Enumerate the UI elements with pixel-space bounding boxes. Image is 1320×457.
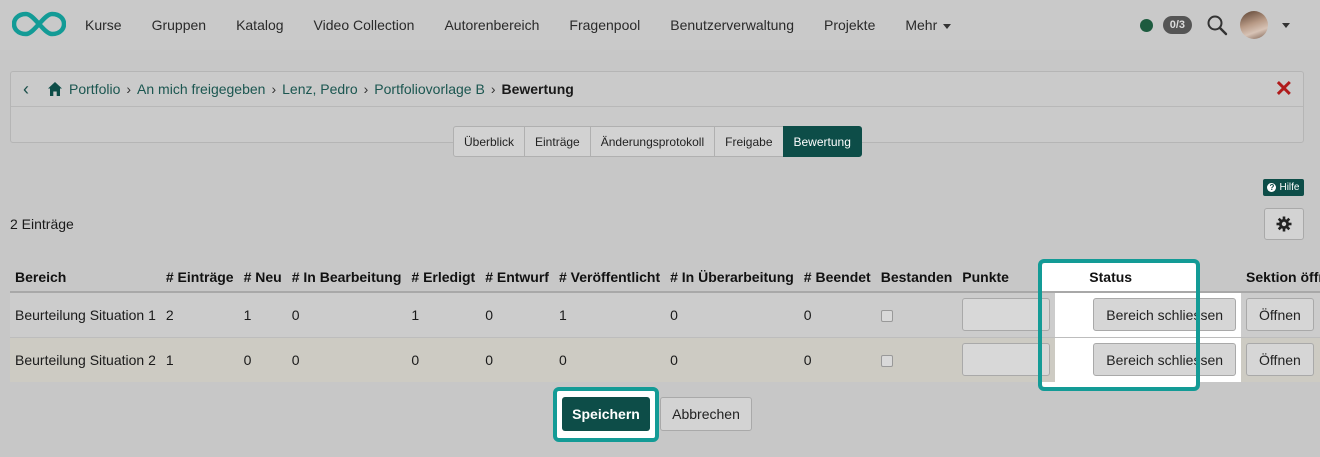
cell-neu: 0 (238, 337, 287, 382)
cell-open: Öffnen (1241, 337, 1320, 382)
cell-bereich: Beurteilung Situation 1 (10, 292, 161, 338)
top-navigation: Kurse Gruppen Katalog Video Collection A… (0, 0, 1320, 50)
breadcrumb-separator-icon: › (490, 81, 496, 97)
help-label: Hilfe (1279, 182, 1300, 193)
nav-right: 0/3 (1139, 0, 1290, 50)
home-icon[interactable] (47, 81, 63, 97)
tab-freigabe[interactable]: Freigabe (714, 126, 784, 157)
cell-entwurf: 0 (480, 337, 554, 382)
assessment-table: Bereich # Einträge # Neu # In Bearbeitun… (10, 262, 1320, 382)
cell-eintraege: 2 (160, 292, 239, 338)
breadcrumb-separator-icon: › (126, 81, 132, 97)
col-header[interactable]: Bestanden (875, 262, 958, 293)
tab-eintraege[interactable]: Einträge (524, 126, 591, 157)
question-icon: ? (1267, 183, 1277, 192)
cell-in-ueberarbeitung: 0 (665, 292, 799, 338)
bestanden-checkbox[interactable] (880, 355, 893, 368)
cell-in-bearbeitung: 0 (286, 337, 407, 382)
table-row: Beurteilung Situation 1 2 1 0 1 0 1 0 0 … (10, 292, 1320, 338)
avatar[interactable] (1240, 11, 1268, 39)
close-icon[interactable]: ✕ (1275, 78, 1293, 100)
nav-benutzerverwaltung[interactable]: Benutzerverwaltung (655, 17, 809, 33)
cell-bestanden (875, 292, 958, 338)
nav-kurse[interactable]: Kurse (70, 17, 137, 33)
breadcrumb-template[interactable]: Portfoliovorlage B (374, 81, 485, 97)
nav-katalog[interactable]: Katalog (221, 17, 298, 33)
col-header[interactable]: # Einträge (160, 262, 239, 293)
nav-projekte[interactable]: Projekte (809, 17, 890, 33)
nav-fragenpool[interactable]: Fragenpool (554, 17, 655, 33)
tab-bewertung[interactable]: Bewertung (782, 126, 862, 157)
cell-in-ueberarbeitung: 0 (665, 337, 799, 382)
col-header[interactable]: # Veröffentlicht (553, 262, 666, 293)
breadcrumb-portfolio[interactable]: Portfolio (69, 81, 120, 97)
punkte-input[interactable] (962, 343, 1051, 377)
col-header[interactable]: # Erledigt (406, 262, 481, 293)
save-button[interactable]: Speichern (562, 397, 650, 431)
tab-bar: Überblick Einträge Änderungsprotokoll Fr… (453, 126, 862, 157)
nav-autorenbereich[interactable]: Autorenbereich (429, 17, 554, 33)
cell-status: Bereich schliessen (1055, 337, 1242, 382)
nav-video-collection[interactable]: Video Collection (299, 17, 430, 33)
tab-aenderungsprotokoll[interactable]: Änderungsprotokoll (589, 126, 716, 157)
main-menu: Kurse Gruppen Katalog Video Collection A… (70, 0, 966, 50)
back-arrow-icon[interactable]: ‹ (11, 72, 41, 107)
notification-badge[interactable]: 0/3 (1162, 16, 1192, 34)
chevron-down-icon[interactable] (1282, 22, 1290, 28)
nav-mehr-label: Mehr (905, 17, 938, 33)
cell-entwurf: 0 (480, 292, 554, 338)
search-icon[interactable] (1206, 14, 1228, 36)
table-row: Beurteilung Situation 2 1 0 0 0 0 0 0 0 … (10, 337, 1320, 382)
cell-punkte (957, 337, 1056, 382)
col-header[interactable]: Punkte (957, 262, 1056, 293)
breadcrumb-current: Bewertung (501, 81, 574, 97)
cell-veroeffentlicht: 1 (553, 292, 666, 338)
punkte-input[interactable] (962, 298, 1051, 332)
cell-open: Öffnen (1241, 292, 1320, 338)
cell-bereich: Beurteilung Situation 2 (10, 337, 161, 382)
col-header[interactable]: # Entwurf (480, 262, 554, 293)
table-settings-button[interactable] (1264, 208, 1304, 240)
bestanden-checkbox[interactable] (880, 310, 893, 323)
col-header[interactable]: # Beendet (798, 262, 876, 293)
breadcrumb-user[interactable]: Lenz, Pedro (282, 81, 358, 97)
entry-count: 2 Einträge (10, 216, 74, 232)
cell-status: Bereich schliessen (1055, 292, 1242, 338)
cancel-button[interactable]: Abbrechen (660, 397, 752, 431)
open-section-button[interactable]: Öffnen (1246, 298, 1314, 332)
close-section-button[interactable]: Bereich schliessen (1093, 298, 1237, 332)
open-section-button[interactable]: Öffnen (1246, 343, 1314, 377)
nav-mehr[interactable]: Mehr (890, 17, 966, 33)
cell-veroeffentlicht: 0 (553, 337, 666, 382)
breadcrumb-shared[interactable]: An mich freigegeben (137, 81, 265, 97)
online-status-icon[interactable] (1139, 18, 1153, 32)
breadcrumb-separator-icon: › (363, 81, 369, 97)
close-section-button[interactable]: Bereich schliessen (1093, 343, 1237, 377)
breadcrumb-separator-icon: › (271, 81, 277, 97)
cell-beendet: 0 (798, 292, 876, 338)
breadcrumb: ‹ Portfolio › An mich freigegeben › Lenz… (11, 72, 1303, 107)
infinity-logo[interactable] (12, 10, 66, 38)
tab-ueberblick[interactable]: Überblick (453, 126, 526, 157)
cell-punkte (957, 292, 1056, 338)
cell-erledigt: 0 (406, 337, 481, 382)
gear-icon (1276, 216, 1292, 232)
cell-bestanden (875, 337, 958, 382)
table-header-row: Bereich # Einträge # Neu # In Bearbeitun… (10, 262, 1320, 293)
col-header[interactable]: Bereich (10, 262, 161, 293)
cell-eintraege: 1 (160, 337, 239, 382)
cell-beendet: 0 (798, 337, 876, 382)
col-header[interactable]: # In Bearbeitung (286, 262, 407, 293)
nav-gruppen[interactable]: Gruppen (137, 17, 221, 33)
col-header[interactable]: # Neu (238, 262, 287, 293)
cell-in-bearbeitung: 0 (286, 292, 407, 338)
caret-down-icon (943, 23, 952, 29)
col-header[interactable]: Status (1055, 262, 1242, 293)
col-header[interactable]: Sektion öffnen (1241, 262, 1320, 293)
help-button[interactable]: ? Hilfe (1263, 179, 1304, 196)
col-header[interactable]: # In Überarbeitung (665, 262, 799, 293)
cell-erledigt: 1 (406, 292, 481, 338)
cell-neu: 1 (238, 292, 287, 338)
